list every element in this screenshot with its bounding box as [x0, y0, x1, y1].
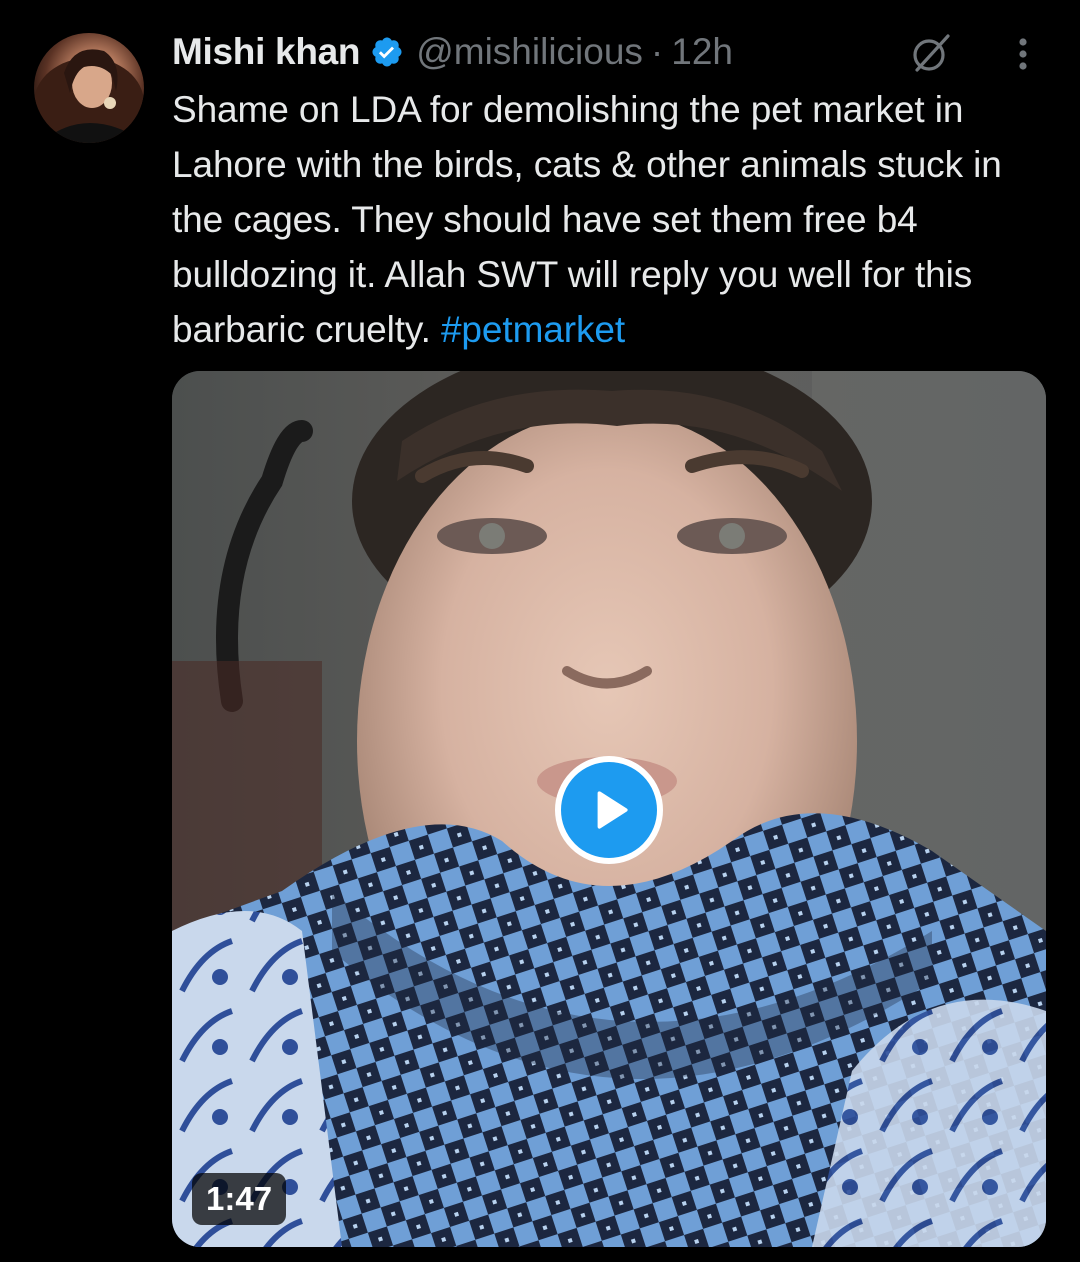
- verified-badge-icon: [370, 35, 404, 69]
- more-vertical-icon[interactable]: [1010, 32, 1036, 76]
- play-button[interactable]: [555, 756, 663, 864]
- separator: ·: [650, 31, 664, 72]
- tweet-text: Shame on LDA for demolishing the pet mar…: [172, 82, 1052, 357]
- timestamp[interactable]: 12h: [671, 31, 733, 73]
- video-duration: 1:47: [192, 1173, 287, 1225]
- grok-icon[interactable]: [908, 30, 954, 76]
- avatar-image: [34, 49, 144, 143]
- avatar[interactable]: [34, 33, 144, 143]
- video-player[interactable]: 1:47: [172, 371, 1046, 1247]
- author-handle[interactable]: @mishilicious: [416, 31, 643, 73]
- tweet[interactable]: Mishi khan @mishilicious · 12h Shame on …: [0, 0, 1080, 1262]
- hashtag-link[interactable]: #petmarket: [441, 309, 625, 350]
- author-name[interactable]: Mishi khan: [172, 31, 361, 73]
- play-icon: [597, 791, 628, 829]
- tweet-header: Mishi khan @mishilicious · 12h: [172, 28, 1060, 76]
